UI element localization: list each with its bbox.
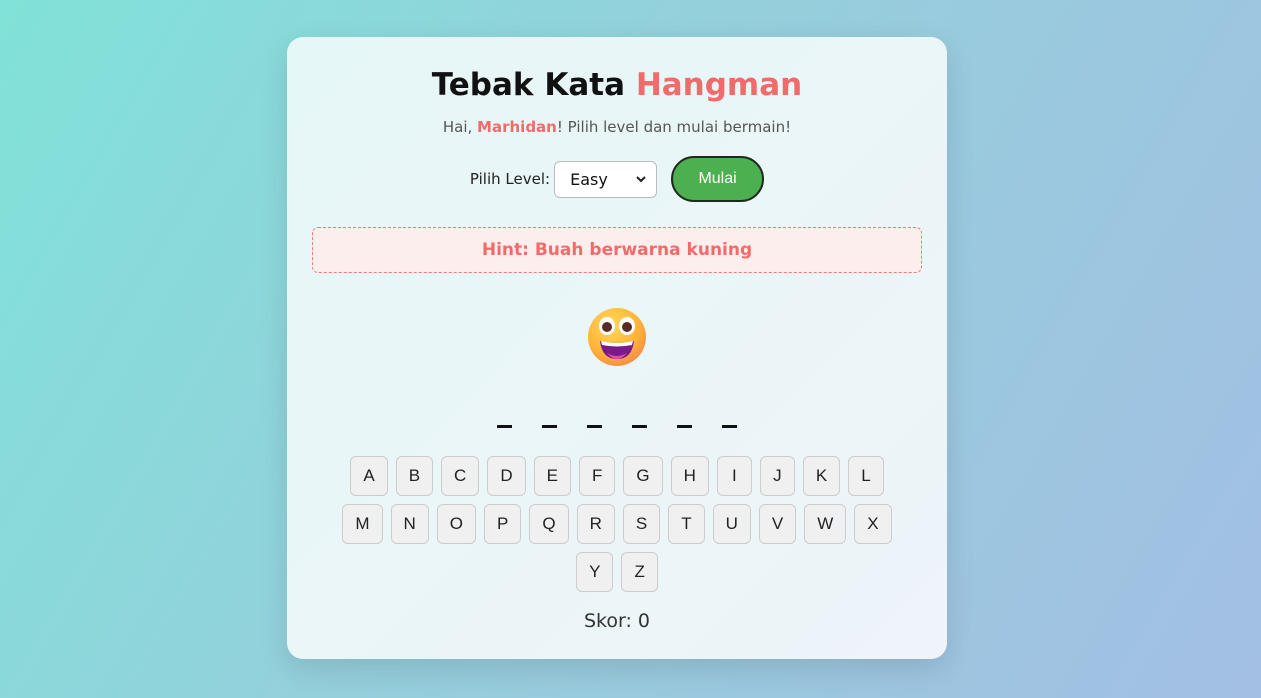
letter-key-u[interactable]: U bbox=[712, 504, 751, 544]
level-select[interactable]: Easy bbox=[554, 160, 658, 198]
level-selected-value: Easy bbox=[570, 169, 608, 189]
letter-key-h[interactable]: H bbox=[670, 456, 709, 496]
letter-blank bbox=[542, 425, 557, 428]
keyboard-row-1: ABCDEFGHIJKL bbox=[287, 456, 947, 496]
letter-key-t[interactable]: T bbox=[668, 504, 705, 544]
letter-key-b[interactable]: B bbox=[395, 456, 434, 496]
letter-key-m[interactable]: M bbox=[342, 504, 383, 544]
title-main: Tebak Kata bbox=[431, 67, 626, 103]
letter-key-v[interactable]: V bbox=[758, 504, 797, 544]
letter-key-j[interactable]: J bbox=[759, 456, 795, 496]
level-controls: Pilih Level: Easy Mulai bbox=[287, 156, 947, 202]
keyboard-row-3: YZ bbox=[287, 552, 947, 592]
player-name: Marhidan bbox=[477, 118, 557, 136]
letter-key-d[interactable]: D bbox=[487, 456, 526, 496]
greeting-text: Hai, Marhidan! Pilih level dan mulai ber… bbox=[287, 117, 947, 137]
letter-blank bbox=[632, 425, 647, 428]
keyboard-row-2: MNOPQRSTUVWX bbox=[287, 504, 947, 544]
letter-blank bbox=[722, 425, 737, 428]
grinning-face-emoji-icon bbox=[587, 307, 647, 367]
letter-blank bbox=[587, 425, 602, 428]
letter-keyboard: ABCDEFGHIJKL MNOPQRSTUVWX YZ bbox=[287, 456, 947, 600]
letter-key-f[interactable]: F bbox=[578, 456, 616, 496]
letter-key-r[interactable]: R bbox=[576, 504, 615, 544]
letter-key-s[interactable]: S bbox=[622, 504, 661, 544]
letter-key-x[interactable]: X bbox=[854, 504, 892, 544]
letter-key-e[interactable]: E bbox=[533, 456, 571, 496]
greeting-prefix: Hai, bbox=[442, 118, 478, 136]
letter-key-z[interactable]: Z bbox=[621, 552, 658, 592]
word-display bbox=[287, 425, 947, 428]
letter-key-y[interactable]: Y bbox=[576, 552, 614, 592]
letter-key-o[interactable]: O bbox=[436, 504, 477, 544]
letter-key-n[interactable]: N bbox=[390, 504, 429, 544]
hint-box: Hint: Buah berwarna kuning bbox=[312, 227, 922, 273]
letter-key-p[interactable]: P bbox=[484, 504, 522, 544]
letter-blank bbox=[497, 425, 512, 428]
score-display: Skor: 0 bbox=[583, 610, 651, 632]
greeting-suffix: ! Pilih level dan mulai bermain! bbox=[556, 118, 792, 136]
letter-key-w[interactable]: W bbox=[804, 504, 847, 544]
chevron-down-icon bbox=[636, 173, 646, 186]
letter-key-q[interactable]: Q bbox=[529, 504, 569, 544]
start-button[interactable]: Mulai bbox=[671, 156, 765, 202]
letter-key-g[interactable]: G bbox=[623, 456, 663, 496]
page-title: Tebak Kata Hangman bbox=[287, 67, 947, 103]
level-label: Pilih Level: bbox=[469, 170, 551, 188]
letter-key-c[interactable]: C bbox=[441, 456, 480, 496]
letter-key-a[interactable]: A bbox=[350, 456, 388, 496]
letter-key-l[interactable]: L bbox=[848, 456, 884, 496]
letter-blank bbox=[677, 425, 692, 428]
game-card: Tebak Kata Hangman Hai, Marhidan! Pilih … bbox=[287, 37, 947, 659]
title-accent: Hangman bbox=[635, 67, 803, 103]
letter-key-k[interactable]: K bbox=[802, 456, 841, 496]
letter-key-i[interactable]: I bbox=[716, 456, 752, 496]
